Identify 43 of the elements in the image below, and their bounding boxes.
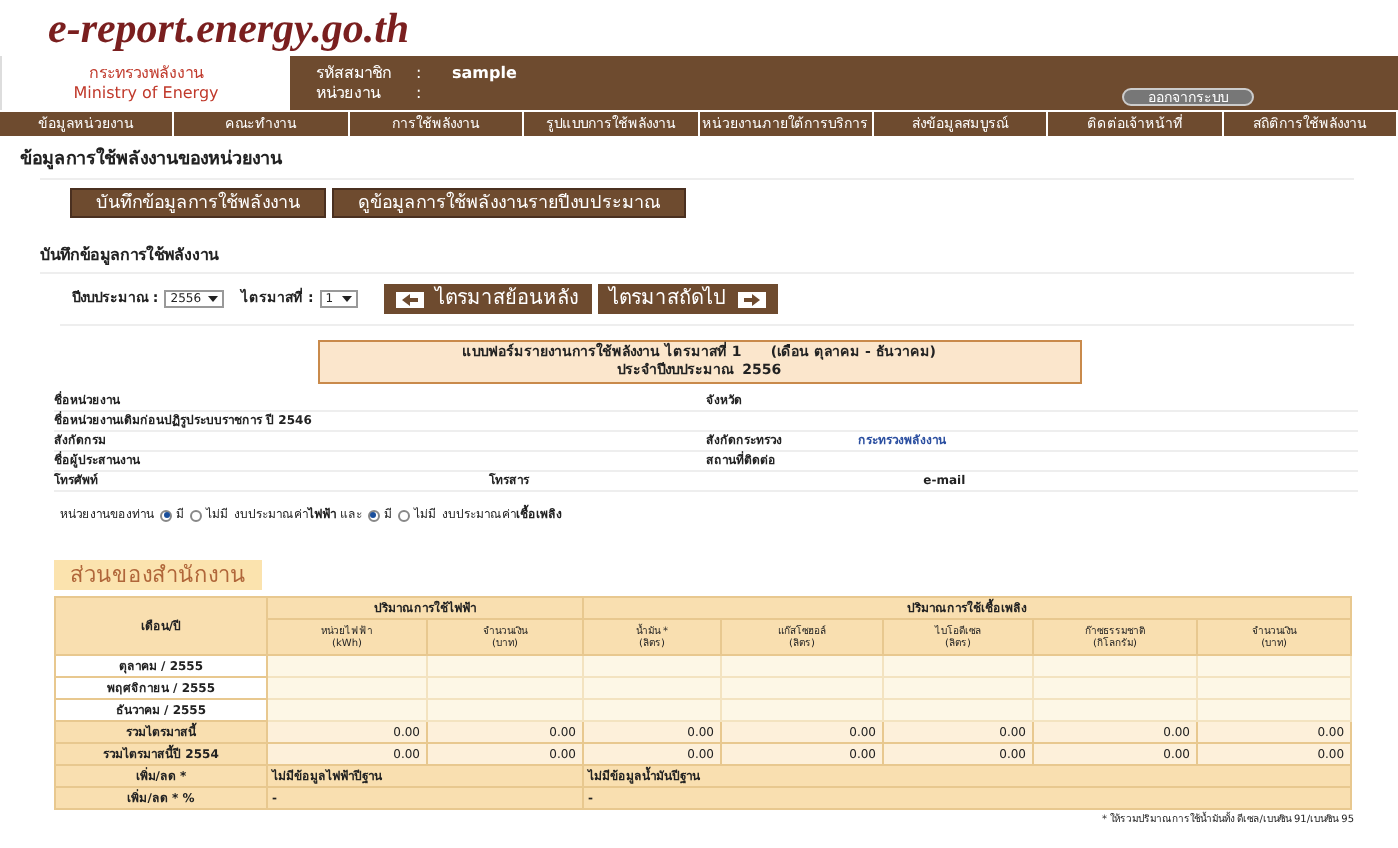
input-field[interactable] xyxy=(722,656,882,676)
input-field[interactable] xyxy=(1034,678,1196,698)
page-title: ข้อมูลการใช้พลังงานของหน่วยงาน xyxy=(20,148,284,172)
field-value: sample xyxy=(452,63,517,83)
radio-button[interactable] xyxy=(397,509,410,521)
field-separator: : xyxy=(416,63,424,83)
radio-button[interactable] xyxy=(367,509,380,521)
input-field[interactable] xyxy=(584,678,720,698)
input-field[interactable] xyxy=(1198,656,1351,676)
input-field[interactable] xyxy=(428,700,582,720)
field-label: รหัสสมาชิก xyxy=(316,63,394,83)
input-field[interactable] xyxy=(268,700,426,720)
section-title: บันทึกข้อมูลการใช้พลังงาน xyxy=(38,246,221,266)
ministry-name-english: Ministry of Energy xyxy=(73,83,219,103)
right-arrow-icon xyxy=(737,291,766,307)
previous-quarter-button[interactable]: ไตรมาสย้อนหลัง xyxy=(383,284,592,314)
radio-button[interactable] xyxy=(160,509,172,521)
ministry-name-thai: กระทรวงพลังงาน xyxy=(89,63,203,83)
left-arrow-icon xyxy=(395,291,424,307)
input-field[interactable] xyxy=(268,656,426,676)
caret-icon xyxy=(207,296,218,302)
input-field[interactable] xyxy=(1198,700,1351,720)
input-field[interactable] xyxy=(584,700,720,720)
site-logo: e-report.energy.go.th xyxy=(48,7,410,49)
input-field[interactable] xyxy=(884,656,1032,676)
input-field[interactable] xyxy=(884,700,1032,720)
input-field[interactable] xyxy=(1034,700,1196,720)
field-separator: : xyxy=(416,83,424,103)
input-field[interactable] xyxy=(1034,656,1196,676)
action-button[interactable]: บันทึกข้อมูลการใช้พลังงาน xyxy=(70,188,326,218)
input-field[interactable] xyxy=(428,656,582,676)
next-quarter-button[interactable]: ไตรมาสถัดไป xyxy=(597,284,778,314)
action-button[interactable]: ดูข้อมูลการใช้พลังงานรายปีงบประมาณ xyxy=(332,188,686,218)
input-field[interactable] xyxy=(428,678,582,698)
radio-button[interactable] xyxy=(190,509,202,521)
input-field[interactable] xyxy=(722,700,882,720)
input-field[interactable] xyxy=(722,678,882,698)
input-field[interactable] xyxy=(1198,678,1351,698)
field-label: หน่วยงาน xyxy=(316,83,383,103)
input-field[interactable] xyxy=(584,656,720,676)
caret-icon xyxy=(341,296,352,302)
input-field[interactable] xyxy=(884,678,1032,698)
input-field[interactable] xyxy=(268,678,426,698)
